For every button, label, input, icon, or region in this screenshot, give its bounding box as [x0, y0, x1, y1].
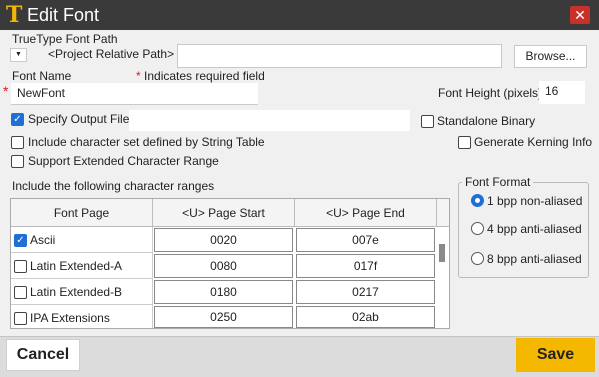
ranges-label: Include the following character ranges: [12, 179, 215, 193]
close-button[interactable]: ✕: [570, 6, 590, 24]
path-type-dropdown-button[interactable]: ▼: [10, 48, 27, 62]
table-row: ✓ Ascii: [11, 227, 153, 253]
radio-8bpp-label: 8 bpp anti-aliased: [487, 252, 582, 266]
character-ranges-table: Font Page <U> Page Start <U> Page End ✓ …: [10, 198, 450, 329]
row-start-input[interactable]: 0180: [154, 280, 293, 304]
radio-1bpp-label: 1 bpp non-aliased: [487, 194, 583, 208]
radio-8bpp[interactable]: [471, 252, 484, 265]
path-type-selected[interactable]: <Project Relative Path>: [48, 47, 174, 61]
font-name-label: Font Name: [12, 69, 72, 83]
generate-kerning-checkbox[interactable]: [458, 136, 471, 149]
radio-4bpp-label: 4 bpp anti-aliased: [487, 222, 582, 236]
save-button[interactable]: Save: [516, 338, 595, 372]
font-name-input[interactable]: NewFont: [11, 83, 258, 105]
output-file-input[interactable]: [129, 110, 410, 131]
row-end-input[interactable]: 017f: [296, 254, 435, 278]
include-string-table-label: Include character set defined by String …: [28, 135, 265, 149]
table-row: IPA Extensions: [11, 305, 153, 328]
row-page-name: IPA Extensions: [30, 311, 110, 325]
row-end-input[interactable]: 02ab: [296, 306, 435, 328]
radio-1bpp[interactable]: [471, 194, 484, 207]
include-string-table-checkbox[interactable]: [11, 136, 24, 149]
window-title: Edit Font: [27, 5, 100, 25]
specify-output-label: Specify Output File: [28, 112, 130, 126]
standalone-binary-label: Standalone Binary: [437, 114, 536, 128]
column-header-page-end: <U> Page End: [295, 199, 437, 227]
required-star: *: [136, 69, 141, 83]
row-start-input[interactable]: 0080: [154, 254, 293, 278]
font-name-required-star: *: [3, 83, 9, 99]
extended-range-checkbox[interactable]: [11, 155, 24, 168]
row-checkbox-ipa-extensions[interactable]: [14, 312, 27, 325]
row-end-input[interactable]: 0217: [296, 280, 435, 304]
row-page-name: Latin Extended-B: [30, 285, 123, 299]
font-height-input[interactable]: 16: [539, 81, 585, 104]
table-scrollbar-thumb[interactable]: [439, 244, 445, 262]
extended-range-label: Support Extended Character Range: [28, 154, 219, 168]
font-path-input[interactable]: [177, 44, 502, 68]
required-note: * Indicates required field: [136, 69, 265, 83]
row-page-name: Ascii: [30, 233, 56, 247]
row-end-input[interactable]: 007e: [296, 228, 435, 252]
cancel-button[interactable]: Cancel: [6, 339, 80, 371]
header-filler: [437, 199, 449, 227]
specify-output-checkbox[interactable]: ✓: [11, 113, 24, 126]
table-row: Latin Extended-B: [11, 279, 153, 305]
standalone-binary-checkbox[interactable]: [421, 115, 434, 128]
table-row: Latin Extended-A: [11, 253, 153, 279]
font-path-label: TrueType Font Path: [12, 32, 118, 46]
app-logo-icon: T: [6, 2, 23, 28]
generate-kerning-label: Generate Kerning Info: [474, 135, 593, 149]
radio-4bpp[interactable]: [471, 222, 484, 235]
chevron-down-icon: ▼: [15, 51, 22, 58]
font-height-label: Font Height (pixels): [438, 86, 543, 100]
browse-button[interactable]: Browse...: [514, 45, 587, 68]
close-icon: ✕: [574, 7, 586, 23]
bottom-bar: [0, 336, 599, 377]
required-note-text: Indicates required field: [144, 69, 265, 83]
row-start-input[interactable]: 0250: [154, 306, 293, 328]
font-format-title: Font Format: [462, 175, 534, 189]
row-checkbox-latin-ext-a[interactable]: [14, 260, 27, 273]
column-header-font-page: Font Page: [11, 199, 153, 227]
row-checkbox-ascii[interactable]: ✓: [14, 234, 27, 247]
row-page-name: Latin Extended-A: [30, 259, 123, 273]
row-start-input[interactable]: 0020: [154, 228, 293, 252]
column-header-page-start: <U> Page Start: [153, 199, 295, 227]
row-checkbox-latin-ext-b[interactable]: [14, 286, 27, 299]
